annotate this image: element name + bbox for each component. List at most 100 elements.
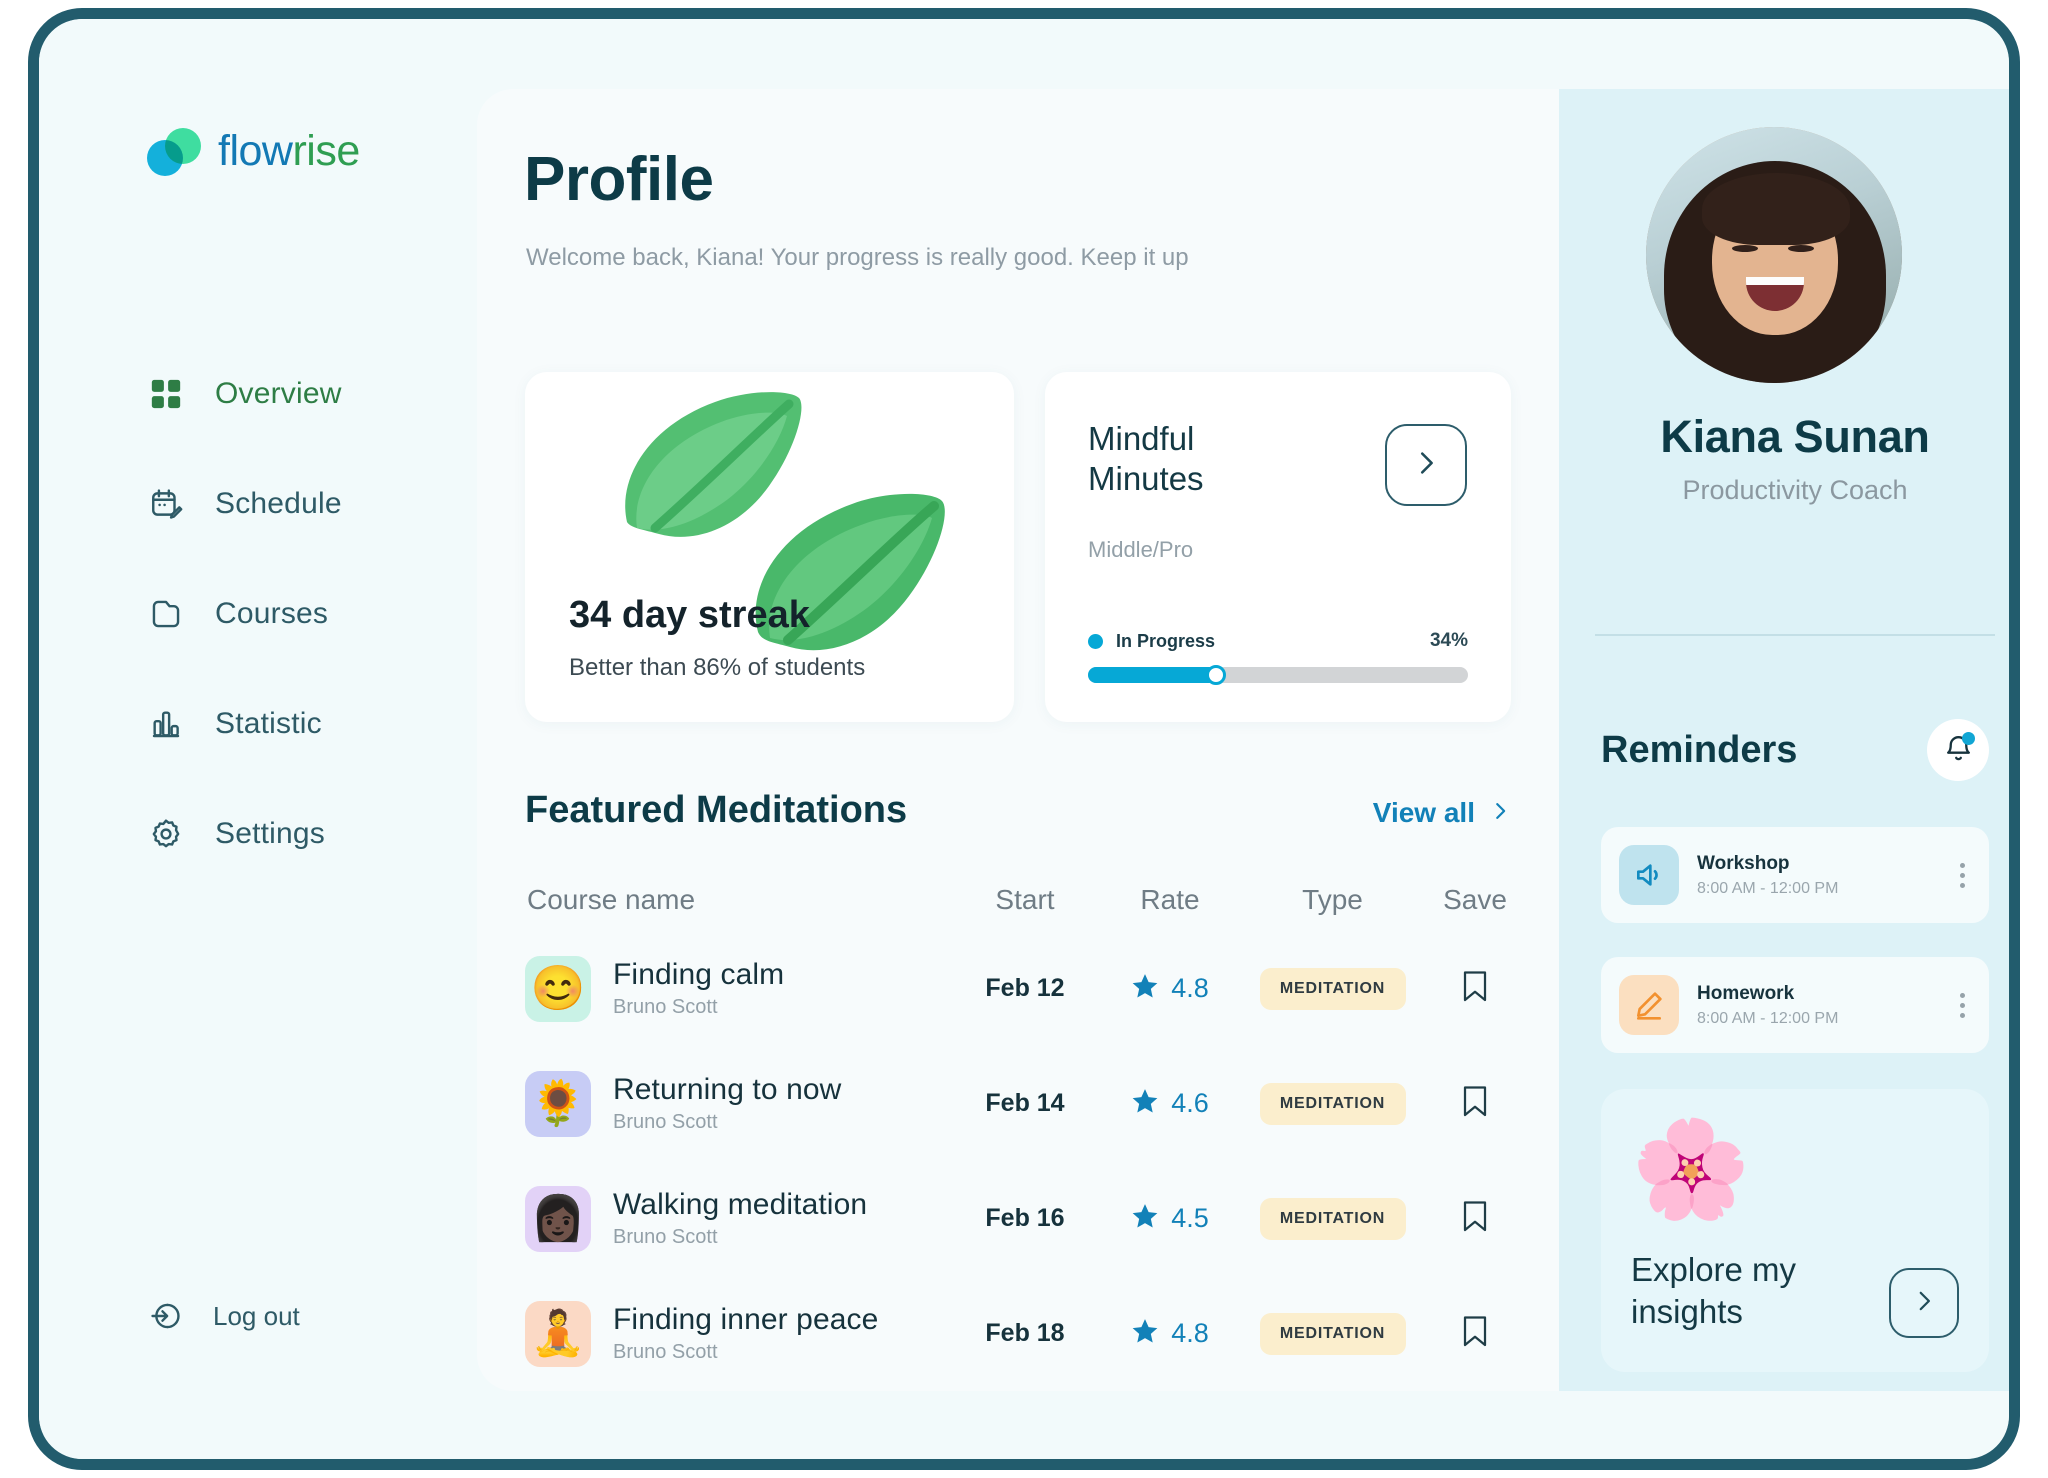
mindful-minutes-level: Middle/Pro <box>1088 537 1194 562</box>
brand-rise-text: rise <box>292 127 360 175</box>
more-options-icon[interactable] <box>1954 987 1971 1024</box>
rate-value: 4.8 <box>1171 973 1209 1003</box>
course-save[interactable] <box>1420 1198 1530 1239</box>
table-row[interactable]: 😊 Finding calm Bruno Scott Feb 12 4.8 ME… <box>525 931 1511 1046</box>
more-options-icon[interactable] <box>1954 857 1971 894</box>
rate-value: 4.8 <box>1171 1318 1209 1348</box>
table-row[interactable]: 🧘 Finding inner peace Bruno Scott Feb 18 <box>525 1276 1511 1391</box>
chevron-right-icon <box>1489 797 1511 829</box>
sidebar-item-overview[interactable]: Overview <box>147 367 447 421</box>
logout-label: Log out <box>213 1300 300 1331</box>
notification-badge-dot <box>1962 732 1975 745</box>
course-type: MEDITATION <box>1245 1312 1420 1355</box>
status-badge: MEDITATION <box>1259 1312 1406 1355</box>
course-name: Finding calm <box>613 958 785 991</box>
course-author: Bruno Scott <box>613 1341 718 1363</box>
welcome-message: Welcome back, Kiana! Your progress is re… <box>526 244 1189 271</box>
bookmark-icon[interactable] <box>1460 1083 1490 1119</box>
reminder-time: 8:00 AM - 12:00 PM <box>1697 879 1839 897</box>
streak-subtitle: Better than 86% of students <box>569 654 866 681</box>
table-row[interactable]: 🌻 Returning to now Bruno Scott Feb 14 4.… <box>525 1046 1511 1161</box>
insights-open-button[interactable] <box>1889 1268 1959 1338</box>
sidebar-item-statistic[interactable]: Statistic <box>147 697 447 751</box>
folder-icon <box>147 595 185 633</box>
course-type: MEDITATION <box>1245 967 1420 1010</box>
profile-name: Kiana Sunan <box>1660 411 1930 462</box>
reminders-title: Reminders <box>1601 728 1798 771</box>
course-avatar: 🌻 <box>525 1070 591 1137</box>
course-save[interactable] <box>1420 968 1530 1009</box>
featured-meditations-table: Course name Start Rate Type Save 😊 Findi… <box>525 869 1511 1391</box>
list-item[interactable]: Workshop 8:00 AM - 12:00 PM <box>1601 827 1989 923</box>
notifications-button[interactable] <box>1927 719 1989 781</box>
sidebar-item-label: Courses <box>215 597 329 630</box>
course-rate: 4.8 <box>1095 1317 1245 1350</box>
gear-icon <box>147 815 185 853</box>
reminders-header: Reminders <box>1601 719 1989 781</box>
column-header-rate: Rate <box>1140 884 1200 915</box>
view-all-button[interactable]: View all <box>1373 797 1511 829</box>
course-type: MEDITATION <box>1245 1197 1420 1240</box>
course-save[interactable] <box>1420 1313 1530 1354</box>
insights-text: Explore my insights <box>1631 1251 1797 1331</box>
sidebar-item-courses[interactable]: Courses <box>147 587 447 641</box>
course-name: Returning to now <box>613 1073 842 1106</box>
list-item[interactable]: Homework 8:00 AM - 12:00 PM <box>1601 957 1989 1053</box>
course-name: Finding inner peace <box>613 1303 879 1336</box>
bar-chart-icon <box>147 705 185 743</box>
course-cell[interactable]: 🌻 Returning to now Bruno Scott <box>525 1070 955 1137</box>
star-icon <box>1131 1087 1159 1120</box>
progress-percent: 34% <box>1429 630 1468 651</box>
course-save[interactable] <box>1420 1083 1530 1124</box>
profile-role: Productivity Coach <box>1682 475 1908 505</box>
logout-button[interactable]: Log out <box>147 1297 300 1335</box>
page-title: Profile <box>524 145 714 214</box>
sidebar-item-label: Schedule <box>215 487 342 520</box>
course-start: Feb 12 <box>985 974 1065 1002</box>
course-rate: 4.5 <box>1095 1202 1245 1235</box>
course-cell[interactable]: 👩🏿 Walking meditation Bruno Scott <box>525 1185 955 1252</box>
course-cell[interactable]: 😊 Finding calm Bruno Scott <box>525 955 955 1022</box>
sidebar-item-schedule[interactable]: Schedule <box>147 477 447 531</box>
insights-card[interactable]: 🌸 Explore my insights <box>1601 1089 1989 1372</box>
mindful-minutes-card[interactable]: Mindful Minutes Middle/Pro In Progress 3… <box>1045 372 1511 722</box>
progress-status-label: In Progress <box>1116 630 1216 651</box>
column-header-course-name: Course name <box>527 884 696 915</box>
star-icon <box>1131 1317 1159 1350</box>
course-author: Bruno Scott <box>613 1226 718 1248</box>
mindful-minutes-open-button[interactable] <box>1385 424 1467 506</box>
table-row[interactable]: 👩🏿 Walking meditation Bruno Scott Feb 16 <box>525 1161 1511 1276</box>
progress-bar-fill <box>1088 665 1227 685</box>
course-author: Bruno Scott <box>613 996 718 1018</box>
reminder-title: Workshop <box>1697 852 1790 874</box>
bookmark-icon[interactable] <box>1460 1198 1490 1234</box>
brand-wordmark: flowrise <box>218 127 360 176</box>
column-header-type: Type <box>1302 884 1363 915</box>
sidebar-item-settings[interactable]: Settings <box>147 807 447 861</box>
progress-bar[interactable] <box>1088 665 1468 685</box>
brand-logo[interactable]: flowrise <box>147 127 360 176</box>
course-avatar: 👩🏿 <box>525 1185 591 1252</box>
course-avatar: 🧘 <box>525 1300 591 1367</box>
sidebar-nav: Overview Schedule Courses Statistic Sett… <box>147 367 447 917</box>
bookmark-icon[interactable] <box>1460 1313 1490 1349</box>
star-icon <box>1131 972 1159 1005</box>
speaker-icon <box>1619 845 1679 905</box>
course-rate: 4.8 <box>1095 972 1245 1005</box>
device-frame: flowrise Overview Schedule Courses Stati… <box>28 8 2020 1470</box>
pencil-icon <box>1619 975 1679 1035</box>
progress-bar-knob[interactable] <box>1206 665 1227 685</box>
status-badge: MEDITATION <box>1259 967 1406 1010</box>
streak-card[interactable]: 34 day streak Better than 86% of student… <box>525 372 1014 722</box>
leaf-icon <box>611 382 811 572</box>
rate-value: 4.6 <box>1171 1088 1209 1118</box>
mindful-minutes-title: Mindful Minutes <box>1088 420 1204 498</box>
course-start: Feb 14 <box>985 1089 1065 1117</box>
course-cell[interactable]: 🧘 Finding inner peace Bruno Scott <box>525 1300 955 1367</box>
sidebar-item-label: Statistic <box>215 707 322 740</box>
sidebar: flowrise Overview Schedule Courses Stati… <box>39 19 477 1459</box>
bookmark-icon[interactable] <box>1460 968 1490 1004</box>
table-header-row: Course name Start Rate Type Save <box>525 869 1511 931</box>
streak-value: 34 day streak <box>569 594 810 636</box>
course-start: Feb 18 <box>985 1319 1065 1347</box>
